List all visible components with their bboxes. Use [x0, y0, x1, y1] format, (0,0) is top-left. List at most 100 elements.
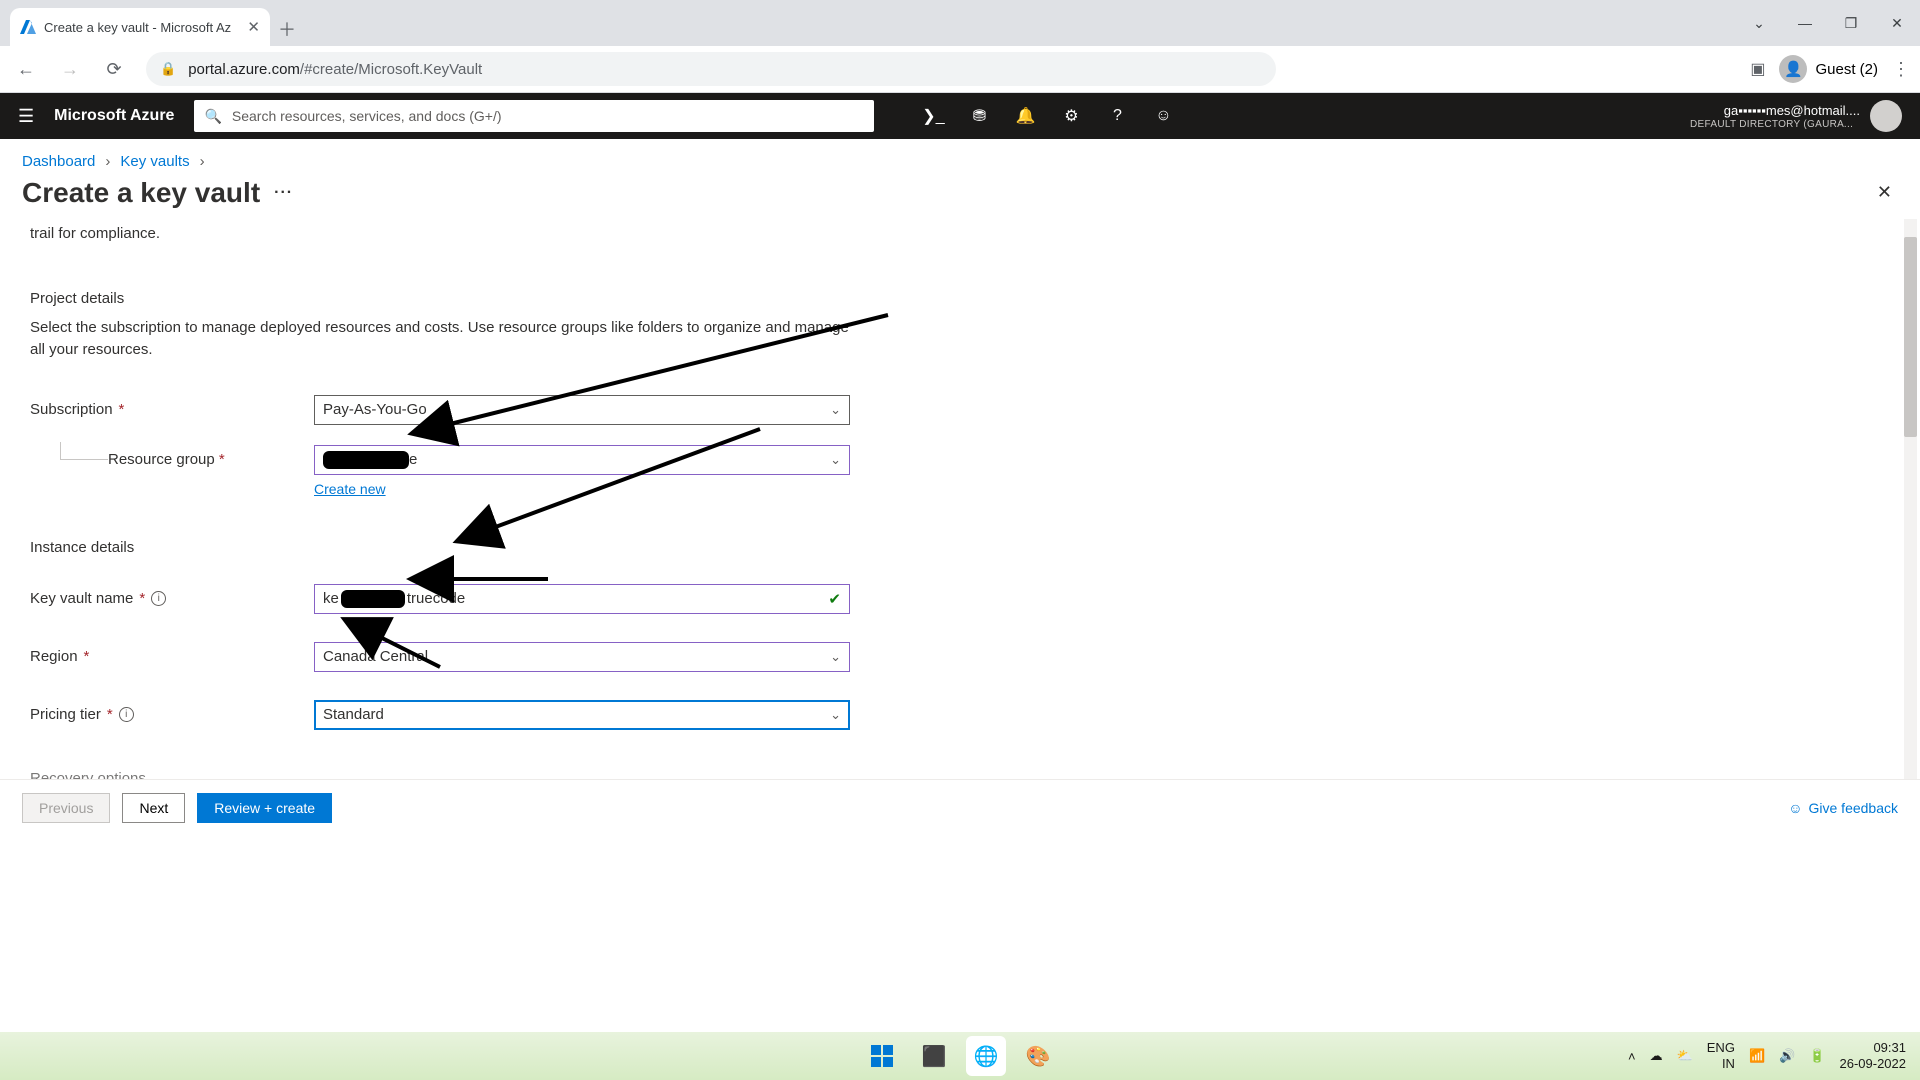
- name-suffix: truecode: [407, 590, 465, 607]
- lang-primary: ENG: [1707, 1040, 1735, 1056]
- azure-icon: [20, 19, 36, 35]
- clock-time: 09:31: [1873, 1040, 1906, 1056]
- new-tab-button[interactable]: ＋: [270, 12, 304, 46]
- battery-icon[interactable]: 🔋: [1809, 1048, 1825, 1064]
- windows-taskbar: ⬛ 🌐 🎨 ˄ ☁ ⛅ ENG IN 📶 🔊 🔋 09:31 26-09-202…: [0, 1032, 1920, 1080]
- volume-icon[interactable]: 🔊: [1779, 1048, 1795, 1064]
- person-icon: 👤: [1779, 55, 1807, 83]
- create-new-link[interactable]: Create new: [314, 481, 386, 497]
- keyvault-name-label: Key vault name: [30, 590, 133, 607]
- breadcrumb-dashboard[interactable]: Dashboard: [22, 153, 95, 170]
- chevron-right-icon: ›: [105, 153, 110, 170]
- intro-text: trail for compliance.: [30, 219, 1890, 242]
- settings-icon[interactable]: ⚙: [1050, 93, 1092, 139]
- project-details-text: Select the subscription to manage deploy…: [30, 317, 860, 361]
- chevron-down-icon: ⌄: [830, 649, 841, 665]
- subscription-value: Pay-As-You-Go: [323, 401, 427, 418]
- reload-icon[interactable]: ⟳: [98, 53, 130, 85]
- maximize-icon[interactable]: ❐: [1828, 0, 1874, 46]
- info-icon[interactable]: i: [119, 707, 134, 722]
- resource-group-field: Resource group * e ⌄: [30, 445, 1890, 475]
- give-feedback-link[interactable]: ☺ Give feedback: [1788, 800, 1898, 816]
- required-mark: *: [84, 648, 90, 665]
- required-mark: *: [119, 401, 125, 418]
- redacted-text: [323, 451, 409, 469]
- breadcrumb: Dashboard › Key vaults ›: [0, 139, 1920, 176]
- browser-tab[interactable]: Create a key vault - Microsoft Az ✕: [10, 8, 270, 46]
- subscription-field: Subscription * Pay-As-You-Go ⌄: [30, 395, 1890, 425]
- minimize-icon[interactable]: ―: [1782, 0, 1828, 46]
- start-icon[interactable]: [862, 1036, 902, 1076]
- help-icon[interactable]: ?: [1096, 93, 1138, 139]
- subscription-select[interactable]: Pay-As-You-Go ⌄: [314, 395, 850, 425]
- pricing-tier-value: Standard: [323, 706, 384, 723]
- feedback-icon: ☺: [1788, 800, 1802, 816]
- side-panel-icon[interactable]: ▣: [1750, 59, 1765, 79]
- wizard-footer: Previous Next Review + create ☺ Give fee…: [0, 779, 1920, 835]
- clock[interactable]: 09:31 26-09-2022: [1840, 1040, 1907, 1071]
- next-button[interactable]: Next: [122, 793, 185, 823]
- account-directory: DEFAULT DIRECTORY (GAURAVC...: [1690, 119, 1860, 130]
- region-select[interactable]: Canada Central ⌄: [314, 642, 850, 672]
- required-mark: *: [219, 451, 225, 468]
- search-icon: 🔍: [204, 108, 221, 125]
- browser-toolbar: ← → ⟳ 🔒 portal.azure.com/#create/Microso…: [0, 46, 1920, 93]
- notifications-icon[interactable]: 🔔: [1004, 93, 1046, 139]
- profile-label: Guest (2): [1815, 61, 1878, 78]
- feedback-label: Give feedback: [1809, 800, 1899, 816]
- language-indicator[interactable]: ENG IN: [1707, 1040, 1735, 1071]
- search-placeholder: Search resources, services, and docs (G+…: [232, 108, 502, 124]
- forward-icon: →: [54, 53, 86, 85]
- region-value: Canada Central: [323, 648, 428, 665]
- keyvault-name-input[interactable]: ketruecode ✔: [314, 584, 850, 614]
- pricing-tier-field: Pricing tier * i Standard ⌄: [30, 700, 1890, 730]
- window-close-icon[interactable]: ✕: [1874, 0, 1920, 46]
- keyvault-name-field: Key vault name * i ketruecode ✔: [30, 584, 1890, 614]
- more-icon[interactable]: ···: [274, 184, 293, 202]
- resource-group-label: Resource group: [108, 451, 215, 468]
- azure-topbar: ☰ Microsoft Azure 🔍 Search resources, se…: [0, 93, 1920, 139]
- form-scroll-area: trail for compliance. Project details Se…: [0, 219, 1920, 779]
- subscription-label: Subscription: [30, 401, 113, 418]
- pricing-tier-select[interactable]: Standard ⌄: [314, 700, 850, 730]
- breadcrumb-keyvaults[interactable]: Key vaults: [120, 153, 189, 170]
- chrome-icon[interactable]: 🌐: [966, 1036, 1006, 1076]
- back-icon[interactable]: ←: [10, 53, 42, 85]
- recovery-options-heading: Recovery options: [30, 770, 1890, 780]
- brand-label[interactable]: Microsoft Azure: [54, 107, 174, 125]
- paint-icon[interactable]: 🎨: [1018, 1036, 1058, 1076]
- tab-title: Create a key vault - Microsoft Az: [44, 20, 231, 35]
- address-bar[interactable]: 🔒 portal.azure.com/#create/Microsoft.Key…: [146, 52, 1276, 86]
- chevron-down-icon: ⌄: [830, 452, 841, 468]
- chevron-right-icon: ›: [200, 153, 205, 170]
- feedback-icon[interactable]: ☺: [1142, 93, 1184, 139]
- resource-group-select[interactable]: e ⌄: [314, 445, 850, 475]
- taskview-icon[interactable]: ⬛: [914, 1036, 954, 1076]
- close-icon[interactable]: ✕: [247, 18, 260, 36]
- tab-search-icon[interactable]: ⌄: [1736, 0, 1782, 46]
- profile-button[interactable]: 👤 Guest (2): [1779, 55, 1878, 83]
- redacted-text: [341, 590, 405, 608]
- onedrive-icon[interactable]: ☁: [1650, 1048, 1663, 1064]
- close-blade-icon[interactable]: ✕: [1871, 176, 1898, 209]
- directory-filter-icon[interactable]: ⛃: [958, 93, 1000, 139]
- global-search[interactable]: 🔍 Search resources, services, and docs (…: [194, 100, 874, 132]
- review-create-button[interactable]: Review + create: [197, 793, 332, 823]
- wifi-icon[interactable]: 📶: [1749, 1048, 1765, 1064]
- kebab-icon[interactable]: ⋮: [1892, 59, 1910, 80]
- cloud-shell-icon[interactable]: ❯_: [912, 93, 954, 139]
- account-menu[interactable]: ga▪▪▪▪▪▪mes@hotmail.... DEFAULT DIRECTOR…: [1690, 100, 1902, 132]
- account-email: ga▪▪▪▪▪▪mes@hotmail....: [1690, 103, 1860, 118]
- tree-connector: [60, 442, 108, 460]
- chevron-down-icon: ⌄: [830, 402, 841, 418]
- menu-icon[interactable]: ☰: [18, 106, 34, 127]
- info-icon[interactable]: i: [151, 591, 166, 606]
- tray-chevron-icon[interactable]: ˄: [1628, 1049, 1636, 1064]
- name-prefix: ke: [323, 590, 339, 607]
- region-field: Region * Canada Central ⌄: [30, 642, 1890, 672]
- weather-icon[interactable]: ⛅: [1677, 1048, 1693, 1064]
- lang-secondary: IN: [1722, 1056, 1735, 1072]
- pricing-tier-label: Pricing tier: [30, 706, 101, 723]
- browser-tabstrip: Create a key vault - Microsoft Az ✕ ＋ ⌄ …: [0, 0, 1920, 46]
- scrollbar-thumb[interactable]: [1904, 237, 1917, 437]
